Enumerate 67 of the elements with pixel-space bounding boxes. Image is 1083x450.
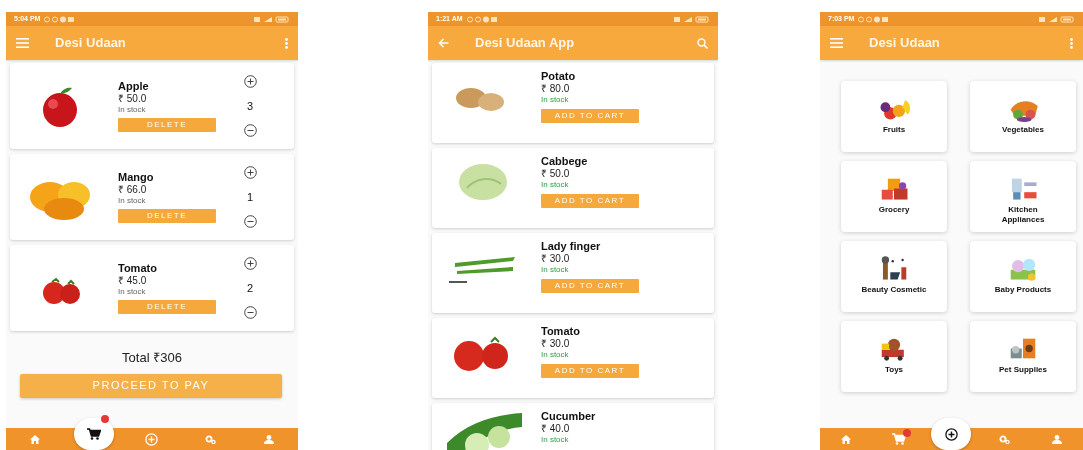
product-price: ₹ 50.0 — [118, 92, 148, 105]
product-price: ₹ 40.0 — [541, 423, 571, 436]
menu-icon[interactable] — [16, 38, 29, 48]
stock-status: In stock — [541, 265, 570, 275]
product-name: Potato — [541, 70, 577, 84]
quantity: 2 — [246, 280, 254, 296]
stock-status: In stock — [541, 350, 570, 360]
category-tile[interactable]: Grocery — [841, 161, 947, 232]
stock-status: In stock — [541, 435, 570, 445]
menu-icon[interactable] — [830, 38, 843, 48]
signal-battery-icons — [1039, 15, 1075, 23]
category-tile[interactable]: Vegetables — [970, 81, 1076, 152]
product-name: Cucumber — [541, 410, 597, 424]
person-icon[interactable] — [263, 434, 274, 444]
product-price: ₹ 30.0 — [541, 253, 571, 266]
cart-icon[interactable] — [86, 428, 101, 440]
gears-icon[interactable] — [998, 434, 1010, 444]
stock-status: In stock — [118, 286, 147, 297]
plus-circle-icon[interactable] — [243, 75, 257, 88]
category-tile[interactable]: Beauty Cosmetic — [841, 241, 947, 312]
category-tile[interactable]: Baby Products — [970, 241, 1076, 312]
product-name: Mango — [118, 170, 155, 184]
plus-circle-icon[interactable] — [945, 427, 958, 441]
notification-icons — [44, 15, 75, 23]
stock-status: In stock — [118, 104, 147, 115]
product-name: Apple — [118, 79, 150, 93]
search-icon[interactable] — [697, 37, 708, 49]
signal-battery-icons — [254, 15, 290, 23]
notification-icons — [858, 15, 889, 23]
product-name: Tomato — [118, 261, 158, 275]
stock-status: In stock — [541, 95, 570, 105]
home-icon[interactable] — [30, 434, 41, 444]
minus-circle-icon[interactable] — [243, 124, 257, 137]
stock-status: In stock — [541, 180, 570, 190]
person-icon[interactable] — [1051, 434, 1062, 444]
product-price: ₹ 66.0 — [118, 183, 148, 196]
plus-circle-icon[interactable] — [243, 166, 257, 179]
signal-battery-icons — [674, 15, 710, 23]
notification-icons — [466, 15, 497, 23]
quantity: 3 — [246, 98, 254, 114]
stock-status: In stock — [118, 195, 147, 206]
product-name: Lady finger — [541, 240, 602, 254]
product-price: ₹ 80.0 — [541, 83, 571, 96]
app-title: Desi Udaan — [55, 34, 126, 53]
category-tile[interactable]: Kitchen Appliances — [970, 161, 1076, 232]
raised-nav-button[interactable] — [73, 418, 114, 450]
raised-nav-button[interactable] — [931, 418, 972, 450]
product-price: ₹ 30.0 — [541, 338, 571, 351]
product-name: Cabbege — [541, 155, 589, 169]
back-arrow-icon[interactable] — [438, 38, 449, 48]
category-tile[interactable]: Pet Supplies — [970, 321, 1076, 392]
home-icon[interactable] — [841, 434, 852, 444]
more-icon[interactable] — [1070, 37, 1073, 49]
product-price: ₹ 50.0 — [541, 168, 571, 181]
gears-icon[interactable] — [204, 434, 216, 444]
app-title: Desi Udaan App — [475, 34, 575, 53]
product-name: Tomato — [541, 325, 581, 339]
category-tile[interactable]: Toys — [841, 321, 947, 392]
minus-circle-icon[interactable] — [243, 215, 257, 228]
plus-circle-icon[interactable] — [243, 257, 257, 270]
quantity: 1 — [246, 189, 254, 205]
category-tile[interactable]: Fruits — [841, 81, 947, 152]
cart-total: Total ₹306 — [121, 349, 183, 367]
app-title: Desi Udaan — [869, 34, 940, 53]
minus-circle-icon[interactable] — [243, 306, 257, 319]
more-icon[interactable] — [285, 37, 288, 49]
product-price: ₹ 45.0 — [118, 274, 148, 287]
